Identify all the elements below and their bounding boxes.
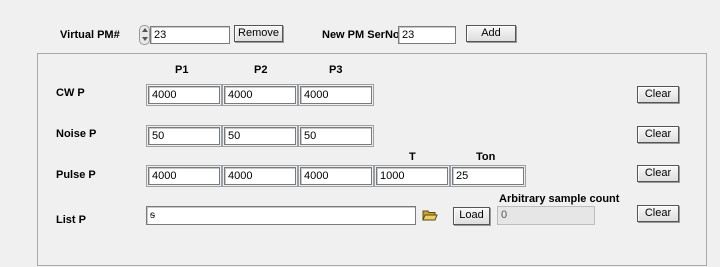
cw-p-label: CW P <box>56 87 85 99</box>
virtual-pm-label: Virtual PM# <box>60 29 120 41</box>
arbitrary-sample-count-label: Arbitrary sample count <box>499 193 620 205</box>
pulse-p-label: Pulse P <box>56 169 96 181</box>
pulse-p1-input[interactable]: 4000 <box>146 165 222 187</box>
pulse-t-input[interactable]: 1000 <box>374 165 450 187</box>
cw-clear-button[interactable]: Clear <box>637 86 679 103</box>
folder-open-icon[interactable] <box>422 208 438 222</box>
pulse-ton-input[interactable]: 25 <box>450 165 526 187</box>
column-header-t: T <box>409 151 416 163</box>
pulse-p3-input[interactable]: 4000 <box>298 165 374 187</box>
path-glyph: ᵴ <box>150 210 155 221</box>
column-header-p2: P2 <box>254 64 268 76</box>
pulse-p2-input[interactable]: 4000 <box>222 165 298 187</box>
noise-p2-input[interactable]: 50 <box>222 125 298 147</box>
column-header-ton: Ton <box>476 151 496 163</box>
noise-p-label: Noise P <box>56 128 97 140</box>
cw-p3-input[interactable]: 4000 <box>298 84 374 106</box>
increment-arrow-icon[interactable] <box>142 28 148 32</box>
remove-button[interactable]: Remove <box>234 25 283 42</box>
add-button[interactable]: Add <box>466 25 516 42</box>
increment-decrement-icon[interactable] <box>139 25 150 45</box>
list-p-label: List P <box>56 214 86 226</box>
cw-p2-input[interactable]: 4000 <box>222 84 298 106</box>
power-settings-panel <box>37 53 707 266</box>
column-header-p3: P3 <box>329 64 343 76</box>
cw-p1-input[interactable]: 4000 <box>146 84 222 106</box>
virtual-pm-input[interactable]: 23 <box>150 26 230 44</box>
list-clear-button[interactable]: Clear <box>637 205 679 222</box>
noise-p1-input[interactable]: 50 <box>146 125 222 147</box>
arbitrary-sample-count-display: 0 <box>497 206 595 225</box>
column-header-p1: P1 <box>175 64 189 76</box>
decrement-arrow-icon[interactable] <box>142 37 148 41</box>
new-pm-serno-label: New PM SerNo <box>322 29 400 41</box>
noise-clear-button[interactable]: Clear <box>637 126 679 143</box>
pulse-clear-button[interactable]: Clear <box>637 165 679 182</box>
new-pm-serno-input[interactable]: 23 <box>398 26 456 44</box>
load-button[interactable]: Load <box>453 207 490 225</box>
noise-p3-input[interactable]: 50 <box>298 125 374 147</box>
list-p-path-input[interactable]: ᵴ <box>146 206 416 225</box>
